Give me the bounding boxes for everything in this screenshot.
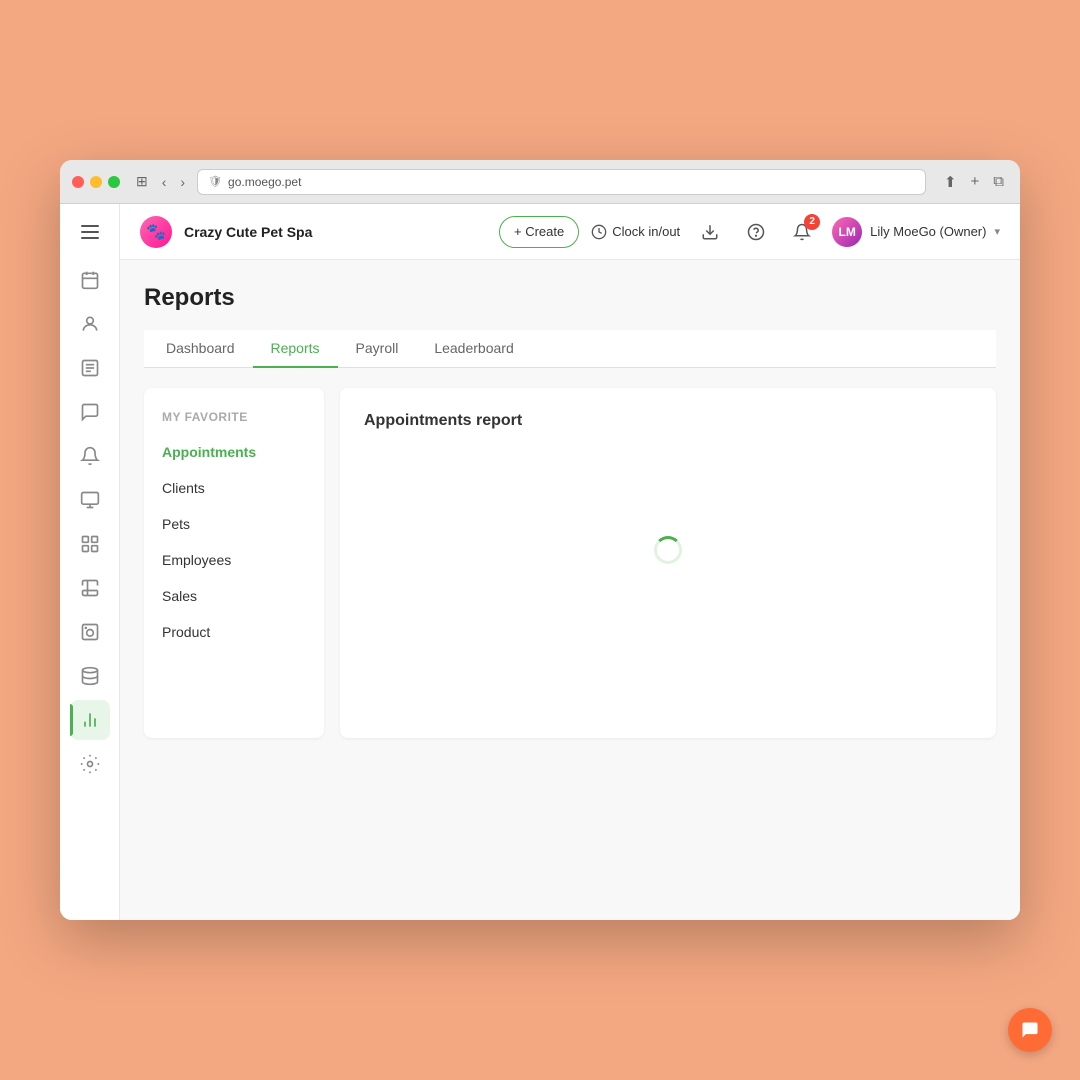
reports-main-panel: Appointments report	[340, 388, 996, 738]
new-tab-button[interactable]: +	[967, 171, 984, 192]
tab-payroll[interactable]: Payroll	[338, 330, 417, 368]
chat-icon	[1020, 1020, 1040, 1040]
sidebar-item-staff[interactable]	[70, 524, 110, 564]
top-bar-actions: Clock in/out	[591, 216, 1000, 248]
reports-navigation: My favorite Appointments Clients Pets Em…	[144, 388, 324, 738]
reports-nav-pets[interactable]: Pets	[144, 506, 324, 542]
help-button[interactable]	[740, 216, 772, 248]
download-button[interactable]	[694, 216, 726, 248]
page-content: Reports Dashboard Reports Payroll Leader…	[120, 260, 1020, 920]
minimize-button[interactable]	[90, 176, 102, 188]
sidebar-toggle-button[interactable]: ⊞	[132, 171, 152, 192]
clock-label: Clock in/out	[612, 224, 680, 239]
sidebar-item-reviews[interactable]	[70, 568, 110, 608]
security-icon: 🛡	[208, 175, 222, 188]
brand-name: Crazy Cute Pet Spa	[184, 224, 312, 240]
back-button[interactable]: ‹	[158, 172, 171, 192]
clock-in-out-button[interactable]: Clock in/out	[591, 224, 680, 240]
traffic-lights	[72, 176, 120, 188]
top-bar: 🐾 Crazy Cute Pet Spa + Create Clock in/o…	[120, 204, 1020, 260]
download-icon	[701, 223, 719, 241]
help-icon	[747, 223, 765, 241]
reports-nav-product[interactable]: Product	[144, 614, 324, 650]
close-button[interactable]	[72, 176, 84, 188]
loading-container	[364, 450, 972, 650]
app-content: 🐾 Crazy Cute Pet Spa + Create Clock in/o…	[60, 204, 1020, 920]
sidebar-item-messages[interactable]	[70, 392, 110, 432]
browser-chrome: ⊞ ‹ › 🛡 go.moego.pet ⬆ + ⧉	[60, 160, 1020, 204]
user-name: Lily MoeGo (Owner)	[870, 224, 986, 239]
reports-main-title: Appointments report	[364, 412, 972, 430]
tabs-bar: Dashboard Reports Payroll Leaderboard	[144, 330, 996, 368]
clock-icon	[591, 224, 607, 240]
reports-section-label: My favorite	[144, 404, 324, 430]
chevron-down-icon: ▾	[994, 225, 1000, 238]
address-bar[interactable]: 🛡 go.moego.pet	[197, 169, 926, 195]
url-text: go.moego.pet	[228, 175, 301, 189]
main-area: 🐾 Crazy Cute Pet Spa + Create Clock in/o…	[120, 204, 1020, 920]
support-chat-button[interactable]	[1008, 1008, 1052, 1052]
sidebar-item-vault[interactable]	[70, 656, 110, 696]
maximize-button[interactable]	[108, 176, 120, 188]
tab-overview-button[interactable]: ⧉	[989, 171, 1008, 192]
reports-nav-appointments[interactable]: Appointments	[144, 434, 324, 470]
page-title: Reports	[144, 284, 996, 312]
sidebar	[60, 204, 120, 920]
notification-badge: 2	[804, 214, 820, 230]
tab-reports[interactable]: Reports	[253, 330, 338, 368]
sidebar-item-records[interactable]	[70, 348, 110, 388]
tab-dashboard[interactable]: Dashboard	[148, 330, 253, 368]
notifications-button[interactable]: 2	[786, 216, 818, 248]
brand-logo: 🐾	[140, 216, 172, 248]
reports-nav-sales[interactable]: Sales	[144, 578, 324, 614]
browser-controls: ⊞ ‹ ›	[132, 171, 189, 192]
user-menu[interactable]: LM Lily MoeGo (Owner) ▾	[832, 217, 1000, 247]
sidebar-item-clients[interactable]	[70, 304, 110, 344]
browser-actions: ⬆ + ⧉	[940, 171, 1008, 193]
reports-nav-employees[interactable]: Employees	[144, 542, 324, 578]
sidebar-item-alerts[interactable]	[70, 436, 110, 476]
forward-button[interactable]: ›	[176, 172, 189, 192]
sidebar-item-laundry[interactable]	[70, 612, 110, 652]
loading-spinner	[654, 536, 682, 564]
tab-leaderboard[interactable]: Leaderboard	[416, 330, 531, 368]
hamburger-menu-button[interactable]	[70, 214, 110, 250]
sidebar-item-reports[interactable]	[70, 700, 110, 740]
create-button[interactable]: + Create	[499, 216, 579, 248]
sidebar-item-pos[interactable]	[70, 480, 110, 520]
reports-layout: My favorite Appointments Clients Pets Em…	[144, 388, 996, 738]
user-avatar: LM	[832, 217, 862, 247]
reports-nav-clients[interactable]: Clients	[144, 470, 324, 506]
sidebar-item-settings[interactable]	[70, 744, 110, 784]
sidebar-item-calendar[interactable]	[70, 260, 110, 300]
share-button[interactable]: ⬆	[940, 171, 961, 193]
